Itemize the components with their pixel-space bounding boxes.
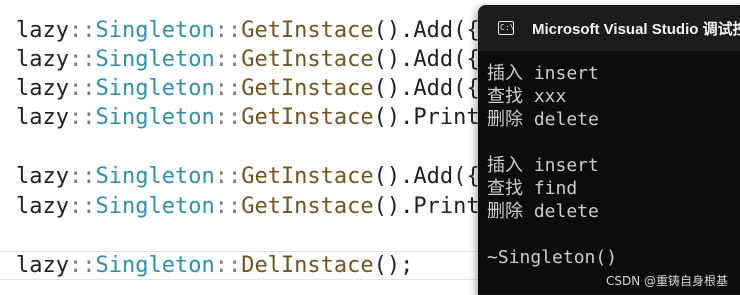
scope-operator: :: xyxy=(68,76,96,101)
call-token: (); xyxy=(373,253,414,278)
output-line: 删除 delete xyxy=(487,201,599,222)
scope-operator: :: xyxy=(214,164,242,189)
namespace-token: lazy xyxy=(16,194,69,219)
console-title-bar[interactable]: C:\ Microsoft Visual Studio 调试控 xyxy=(478,5,740,51)
scope-operator: :: xyxy=(214,194,242,219)
scope-operator: :: xyxy=(68,18,96,43)
code-line: lazy::Singleton::GetInstace().Add({ xyxy=(16,74,480,103)
function-token: GetInstace xyxy=(241,194,374,219)
scope-operator: :: xyxy=(68,164,96,189)
debug-console-window[interactable]: C:\ Microsoft Visual Studio 调试控 插入 inser… xyxy=(478,5,740,295)
code-line: lazy::Singleton::GetInstace().Print xyxy=(16,103,480,132)
function-token: GetInstace xyxy=(241,18,374,43)
output-line: ~Singleton() xyxy=(487,247,618,268)
scope-operator: :: xyxy=(214,18,242,43)
watermark: CSDN @重铸自身根基 xyxy=(605,274,728,288)
scope-operator: :: xyxy=(214,105,242,130)
function-token: GetInstace xyxy=(241,164,374,189)
class-token: Singleton xyxy=(95,105,215,130)
function-token: GetInstace xyxy=(241,76,374,101)
code-line: lazy::Singleton::GetInstace().Add({ xyxy=(16,45,480,74)
function-token: GetInstace xyxy=(241,47,374,72)
terminal-icon: C:\ xyxy=(498,21,514,35)
console-title: Microsoft Visual Studio 调试控 xyxy=(532,21,740,38)
namespace-token: lazy xyxy=(16,105,69,130)
console-output: 插入 insert 查找 xxx 删除 delete 插入 insert 查找 … xyxy=(487,62,617,269)
class-token: Singleton xyxy=(95,194,215,219)
namespace-token: lazy xyxy=(16,253,69,278)
namespace-token: lazy xyxy=(16,47,69,72)
call-token: ().Add({ xyxy=(373,164,480,189)
call-token: ().Add({ xyxy=(373,76,480,101)
scope-operator: :: xyxy=(68,47,96,72)
namespace-token: lazy xyxy=(16,18,69,43)
output-line: 删除 delete xyxy=(487,109,599,130)
scope-operator: :: xyxy=(68,105,96,130)
output-blank-line xyxy=(487,131,617,154)
output-blank-line xyxy=(487,223,617,246)
scope-operator: :: xyxy=(214,253,242,278)
output-line: 查找 find xyxy=(487,178,578,199)
class-token: Singleton xyxy=(95,18,215,43)
screenshot: lazy::Singleton::GetInstace().Add({ lazy… xyxy=(0,0,740,295)
code-line: lazy::Singleton::DelInstace(); xyxy=(16,251,413,280)
function-token: DelInstace xyxy=(241,253,374,278)
code-line: lazy::Singleton::GetInstace().Add({ xyxy=(16,16,480,45)
scope-operator: :: xyxy=(214,47,242,72)
output-line: 查找 xxx xyxy=(487,86,567,107)
call-token: ().Print xyxy=(373,105,480,130)
call-token: ().Add({ xyxy=(373,18,480,43)
code-line: lazy::Singleton::GetInstace().Add({ xyxy=(16,162,480,191)
class-token: Singleton xyxy=(95,253,215,278)
namespace-token: lazy xyxy=(16,76,69,101)
class-token: Singleton xyxy=(95,47,215,72)
class-token: Singleton xyxy=(95,76,215,101)
scope-operator: :: xyxy=(68,194,96,219)
output-line: 插入 insert xyxy=(487,155,599,176)
scope-operator: :: xyxy=(214,76,242,101)
scope-operator: :: xyxy=(68,253,96,278)
namespace-token: lazy xyxy=(16,164,69,189)
call-token: ().Add({ xyxy=(373,47,480,72)
code-line: lazy::Singleton::GetInstace().Print xyxy=(16,192,480,221)
function-token: GetInstace xyxy=(241,105,374,130)
class-token: Singleton xyxy=(95,164,215,189)
call-token: ().Print xyxy=(373,194,480,219)
output-line: 插入 insert xyxy=(487,63,599,84)
